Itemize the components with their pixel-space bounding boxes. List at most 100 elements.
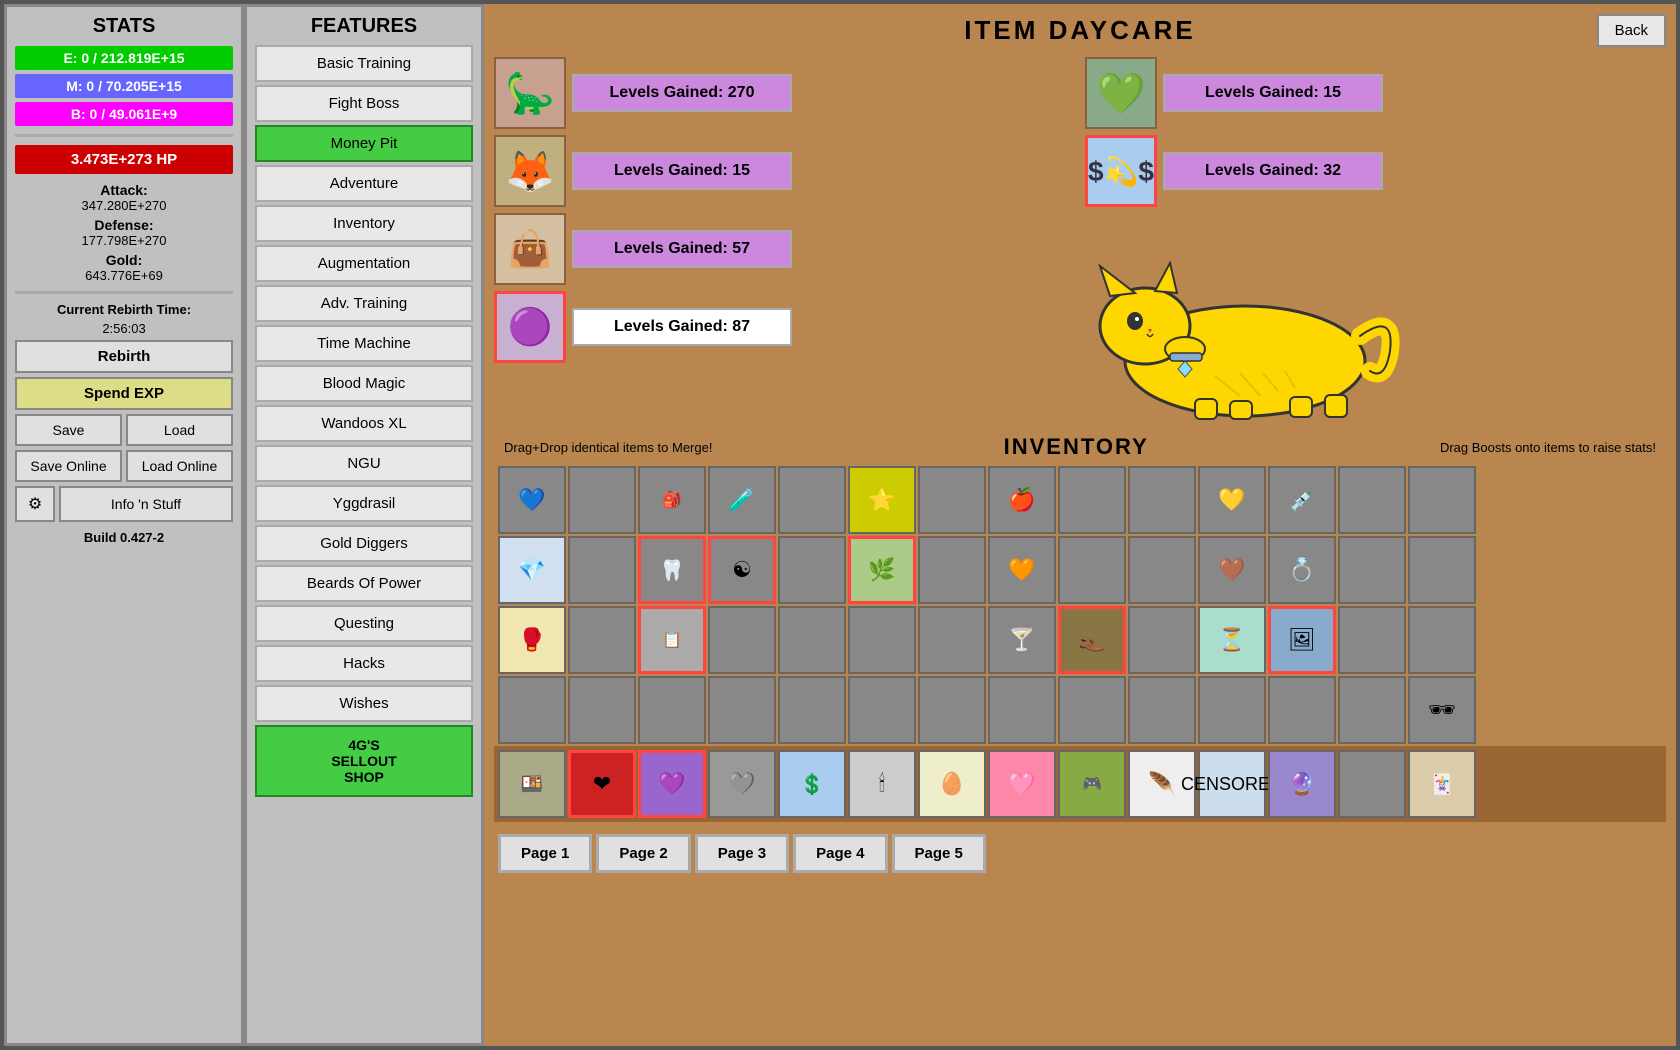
feature-basic-training[interactable]: Basic Training xyxy=(255,45,473,82)
inv-cell[interactable] xyxy=(918,606,986,674)
feature-questing[interactable]: Questing xyxy=(255,605,473,642)
page-1-button[interactable]: Page 1 xyxy=(498,834,592,873)
inv-cell[interactable]: 🧡 xyxy=(988,536,1056,604)
inv-cell[interactable]: 🤎 xyxy=(1198,536,1266,604)
equipped-cell[interactable]: 💲 xyxy=(778,750,846,818)
feature-augmentation[interactable]: Augmentation xyxy=(255,245,473,282)
inv-cell[interactable]: 💙 xyxy=(498,466,566,534)
inv-cell[interactable] xyxy=(1128,466,1196,534)
inv-cell[interactable] xyxy=(568,466,636,534)
inv-cell[interactable] xyxy=(1408,606,1476,674)
inv-cell[interactable] xyxy=(1338,676,1406,744)
equipped-cell[interactable]: 🩶 xyxy=(708,750,776,818)
inv-cell[interactable]: 🍎 xyxy=(988,466,1056,534)
page-3-button[interactable]: Page 3 xyxy=(695,834,789,873)
save-button[interactable]: Save xyxy=(15,414,122,446)
inv-cell[interactable]: 🕶 xyxy=(1408,676,1476,744)
feature-adventure[interactable]: Adventure xyxy=(255,165,473,202)
feature-gold-diggers[interactable]: Gold Diggers xyxy=(255,525,473,562)
inv-cell[interactable] xyxy=(1338,606,1406,674)
inv-cell[interactable] xyxy=(918,466,986,534)
inv-cell[interactable] xyxy=(498,676,566,744)
inv-cell[interactable]: 📋 xyxy=(638,606,706,674)
inv-cell[interactable] xyxy=(1338,466,1406,534)
rebirth-button[interactable]: Rebirth xyxy=(15,340,233,373)
equipped-cell[interactable]: 🍱 xyxy=(498,750,566,818)
inv-cell[interactable] xyxy=(848,606,916,674)
inv-cell[interactable] xyxy=(1338,536,1406,604)
inv-cell[interactable]: 👞 xyxy=(1058,606,1126,674)
inv-cell[interactable] xyxy=(1408,536,1476,604)
feature-inventory[interactable]: Inventory xyxy=(255,205,473,242)
inv-cell[interactable] xyxy=(778,536,846,604)
inv-cell[interactable]: 🎒 xyxy=(638,466,706,534)
inv-cell[interactable]: 💛 xyxy=(1198,466,1266,534)
page-4-button[interactable]: Page 4 xyxy=(793,834,887,873)
feature-wishes[interactable]: Wishes xyxy=(255,685,473,722)
feature-beards[interactable]: Beards Of Power xyxy=(255,565,473,602)
load-online-button[interactable]: Load Online xyxy=(126,450,233,482)
inv-cell[interactable]: 🌿 xyxy=(848,536,916,604)
inv-cell[interactable]: 🧪 xyxy=(708,466,776,534)
inv-cell[interactable] xyxy=(988,676,1056,744)
inv-cell[interactable] xyxy=(568,606,636,674)
equipped-cell[interactable]: 🕯 xyxy=(848,750,916,818)
inv-cell[interactable] xyxy=(1408,466,1476,534)
inv-cell[interactable] xyxy=(1198,676,1266,744)
feature-money-pit[interactable]: Money Pit xyxy=(255,125,473,162)
inv-cell[interactable] xyxy=(918,536,986,604)
inv-cell[interactable] xyxy=(1058,676,1126,744)
inv-cell[interactable] xyxy=(638,676,706,744)
back-button[interactable]: Back xyxy=(1597,14,1666,47)
inv-cell[interactable]: 🍸 xyxy=(988,606,1056,674)
inv-cell[interactable]: ☯ xyxy=(708,536,776,604)
equipped-cell[interactable]: 🔮 xyxy=(1268,750,1336,818)
equipped-cell[interactable]: 🥚 xyxy=(918,750,986,818)
equipped-cell[interactable]: 💜 xyxy=(638,750,706,818)
inv-cell[interactable] xyxy=(568,676,636,744)
inv-cell[interactable] xyxy=(708,606,776,674)
inv-cell[interactable]: 💎 xyxy=(498,536,566,604)
equipped-cell[interactable]: CENSORED xyxy=(1198,750,1266,818)
inv-cell[interactable] xyxy=(1268,676,1336,744)
inv-cell[interactable] xyxy=(1058,536,1126,604)
feature-adv-training[interactable]: Adv. Training xyxy=(255,285,473,322)
inv-cell[interactable] xyxy=(778,466,846,534)
equipped-cell[interactable]: 🎮 xyxy=(1058,750,1126,818)
feature-yggdrasil[interactable]: Yggdrasil xyxy=(255,485,473,522)
inv-cell[interactable] xyxy=(1128,676,1196,744)
feature-hacks[interactable]: Hacks xyxy=(255,645,473,682)
inv-cell[interactable]: 💍 xyxy=(1268,536,1336,604)
feature-ngu[interactable]: NGU xyxy=(255,445,473,482)
spend-exp-button[interactable]: Spend EXP xyxy=(15,377,233,410)
equipped-cell[interactable] xyxy=(1338,750,1406,818)
inv-cell[interactable]: 🥊 xyxy=(498,606,566,674)
inv-cell[interactable] xyxy=(1128,536,1196,604)
inv-cell[interactable]: 💉 xyxy=(1268,466,1336,534)
feature-time-machine[interactable]: Time Machine xyxy=(255,325,473,362)
inv-cell[interactable] xyxy=(1128,606,1196,674)
inv-cell[interactable] xyxy=(568,536,636,604)
inv-cell[interactable]: 🖼 xyxy=(1268,606,1336,674)
page-5-button[interactable]: Page 5 xyxy=(892,834,986,873)
inv-cell[interactable] xyxy=(778,676,846,744)
equipped-cell[interactable]: 🃏 xyxy=(1408,750,1476,818)
inv-cell[interactable]: 🦷 xyxy=(638,536,706,604)
feature-wandoos[interactable]: Wandoos XL xyxy=(255,405,473,442)
save-online-button[interactable]: Save Online xyxy=(15,450,122,482)
equipped-cell[interactable]: 🩷 xyxy=(988,750,1056,818)
feature-sellout-shop[interactable]: 4G'SSELLOUTSHOP xyxy=(255,725,473,797)
page-2-button[interactable]: Page 2 xyxy=(596,834,690,873)
settings-button[interactable]: ⚙ xyxy=(15,486,55,522)
load-button[interactable]: Load xyxy=(126,414,233,446)
inv-cell[interactable] xyxy=(1058,466,1126,534)
feature-blood-magic[interactable]: Blood Magic xyxy=(255,365,473,402)
inv-cell[interactable]: ⏳ xyxy=(1198,606,1266,674)
equipped-cell[interactable]: ❤ xyxy=(568,750,636,818)
info-button[interactable]: Info 'n Stuff xyxy=(59,486,233,522)
inv-cell[interactable] xyxy=(918,676,986,744)
inv-cell[interactable] xyxy=(708,676,776,744)
feature-fight-boss[interactable]: Fight Boss xyxy=(255,85,473,122)
inv-cell[interactable] xyxy=(778,606,846,674)
inv-cell[interactable]: ⭐ xyxy=(848,466,916,534)
